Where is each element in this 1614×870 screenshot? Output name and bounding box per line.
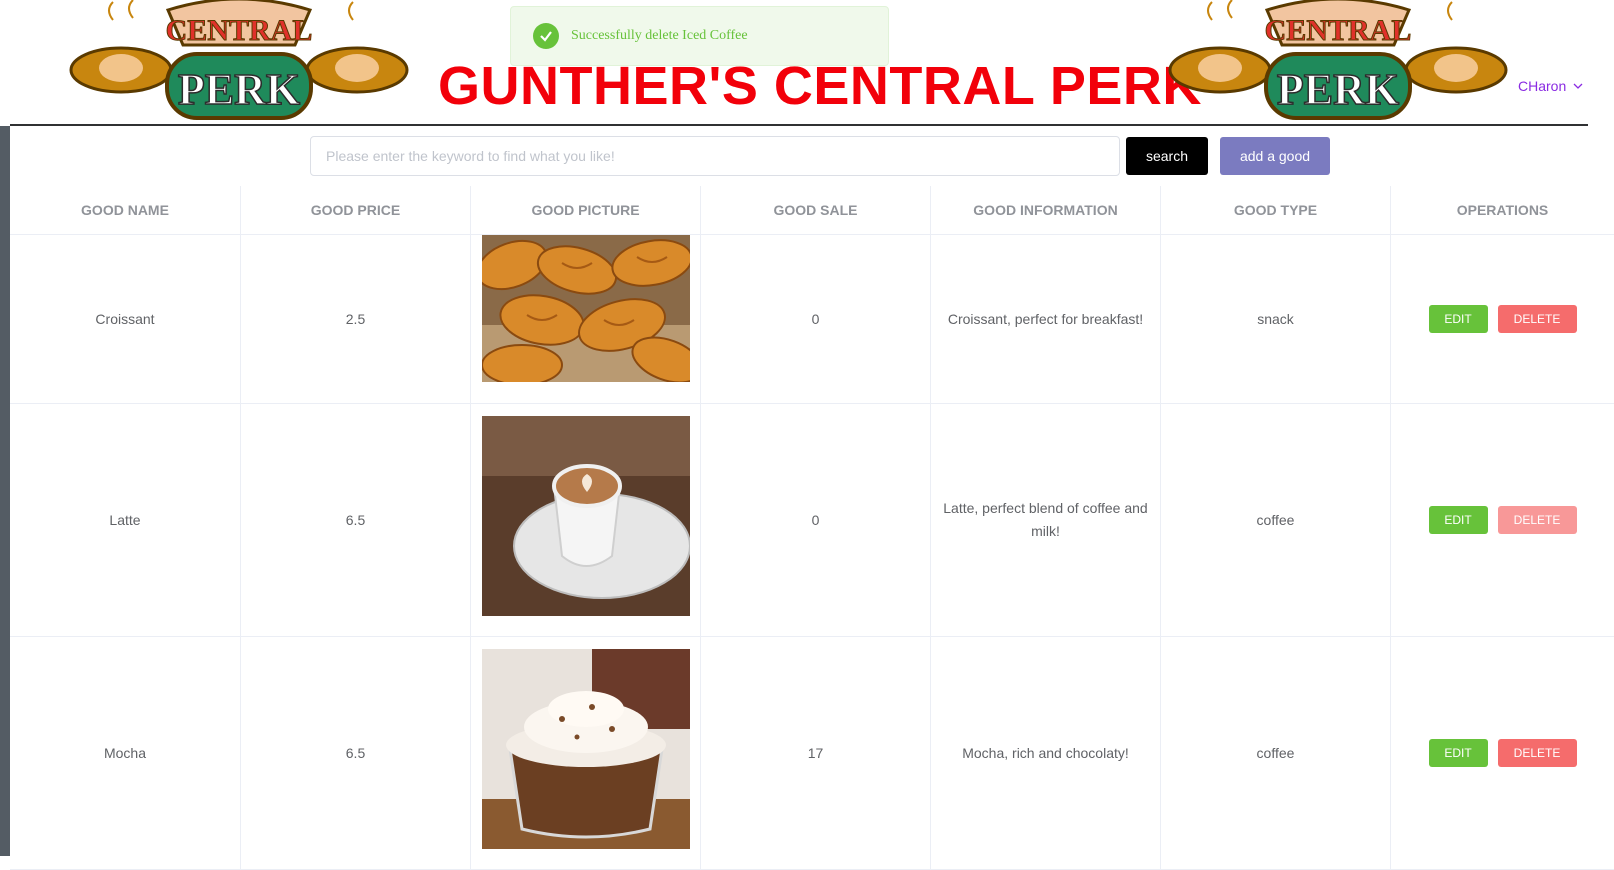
central-perk-logo: CENTRAL PERK <box>1168 0 1508 120</box>
user-menu[interactable]: CHaron <box>1518 76 1584 96</box>
good-sale: 0 <box>700 404 930 636</box>
good-info: Latte, perfect blend of coffee and milk! <box>930 404 1160 636</box>
toolbar: search add a good <box>10 126 1614 186</box>
mocha-image <box>481 649 690 849</box>
good-sale: 17 <box>700 637 930 869</box>
good-type: snack <box>1160 235 1390 403</box>
column-header-picture[interactable]: GOOD PICTURE <box>470 186 700 234</box>
delete-button[interactable]: DELETE <box>1497 739 1577 767</box>
logo-bottom-text: PERK <box>178 65 300 114</box>
good-price: 2.5 <box>240 235 470 403</box>
croissant-image <box>481 235 690 382</box>
operations-cell: EDIT DELETE <box>1390 235 1614 403</box>
table-row: Croissant 2.5 0 Croissant, perfect for b… <box>10 235 1614 404</box>
column-header-operations[interactable]: OPERATIONS <box>1390 186 1614 234</box>
good-sale: 0 <box>700 235 930 403</box>
search-input[interactable] <box>310 136 1120 176</box>
logo-bottom-text: PERK <box>1277 65 1399 114</box>
user-name: CHaron <box>1518 78 1567 94</box>
logo-top-text: CENTRAL <box>166 14 313 47</box>
check-circle-icon <box>533 23 559 49</box>
good-price: 6.5 <box>240 404 470 636</box>
column-header-name[interactable]: GOOD NAME <box>10 186 240 234</box>
success-toast: Successfully delete Iced Coffee <box>510 6 889 66</box>
good-price: 6.5 <box>240 637 470 869</box>
edit-button[interactable]: EDIT <box>1428 506 1488 534</box>
good-name: Latte <box>109 511 141 528</box>
operations-cell: EDIT DELETE <box>1390 404 1614 636</box>
add-good-button[interactable]: add a good <box>1220 137 1330 175</box>
good-info: Croissant, perfect for breakfast! <box>930 235 1160 403</box>
edit-button[interactable]: EDIT <box>1428 739 1488 767</box>
good-picture-cell <box>470 637 700 869</box>
central-perk-logo: CENTRAL PERK <box>69 0 409 120</box>
column-header-price[interactable]: GOOD PRICE <box>240 186 470 234</box>
chevron-down-icon <box>1573 83 1583 89</box>
good-name: Mocha <box>103 744 147 761</box>
good-name: Croissant <box>95 310 155 327</box>
delete-button[interactable]: DELETE <box>1497 305 1577 333</box>
column-header-sale[interactable]: GOOD SALE <box>700 186 930 234</box>
table-row: Latte 6.5 0 Latte, perfect blend of coff… <box>10 404 1614 637</box>
good-picture-cell <box>470 235 700 403</box>
good-picture-cell <box>470 404 700 636</box>
logo-top-text: CENTRAL <box>1265 14 1412 47</box>
column-header-info[interactable]: GOOD INFORMATION <box>930 186 1160 234</box>
table-row: Mocha 6.5 17 Mocha, rich and chocolaty! … <box>10 637 1614 870</box>
good-type: coffee <box>1160 637 1390 869</box>
column-header-type[interactable]: GOOD TYPE <box>1160 186 1390 234</box>
good-type: coffee <box>1160 404 1390 636</box>
good-info: Mocha, rich and chocolaty! <box>930 637 1160 869</box>
goods-table: GOOD NAME GOOD PRICE GOOD PICTURE GOOD S… <box>10 186 1614 870</box>
toast-message: Successfully delete Iced Coffee <box>571 28 748 43</box>
operations-cell: EDIT DELETE <box>1390 637 1614 869</box>
edit-button[interactable]: EDIT <box>1428 305 1488 333</box>
delete-button[interactable]: DELETE <box>1497 506 1577 534</box>
search-button[interactable]: search <box>1126 137 1208 175</box>
sidebar-strip <box>0 126 10 856</box>
table-header: GOOD NAME GOOD PRICE GOOD PICTURE GOOD S… <box>10 186 1614 235</box>
latte-image <box>481 416 690 616</box>
